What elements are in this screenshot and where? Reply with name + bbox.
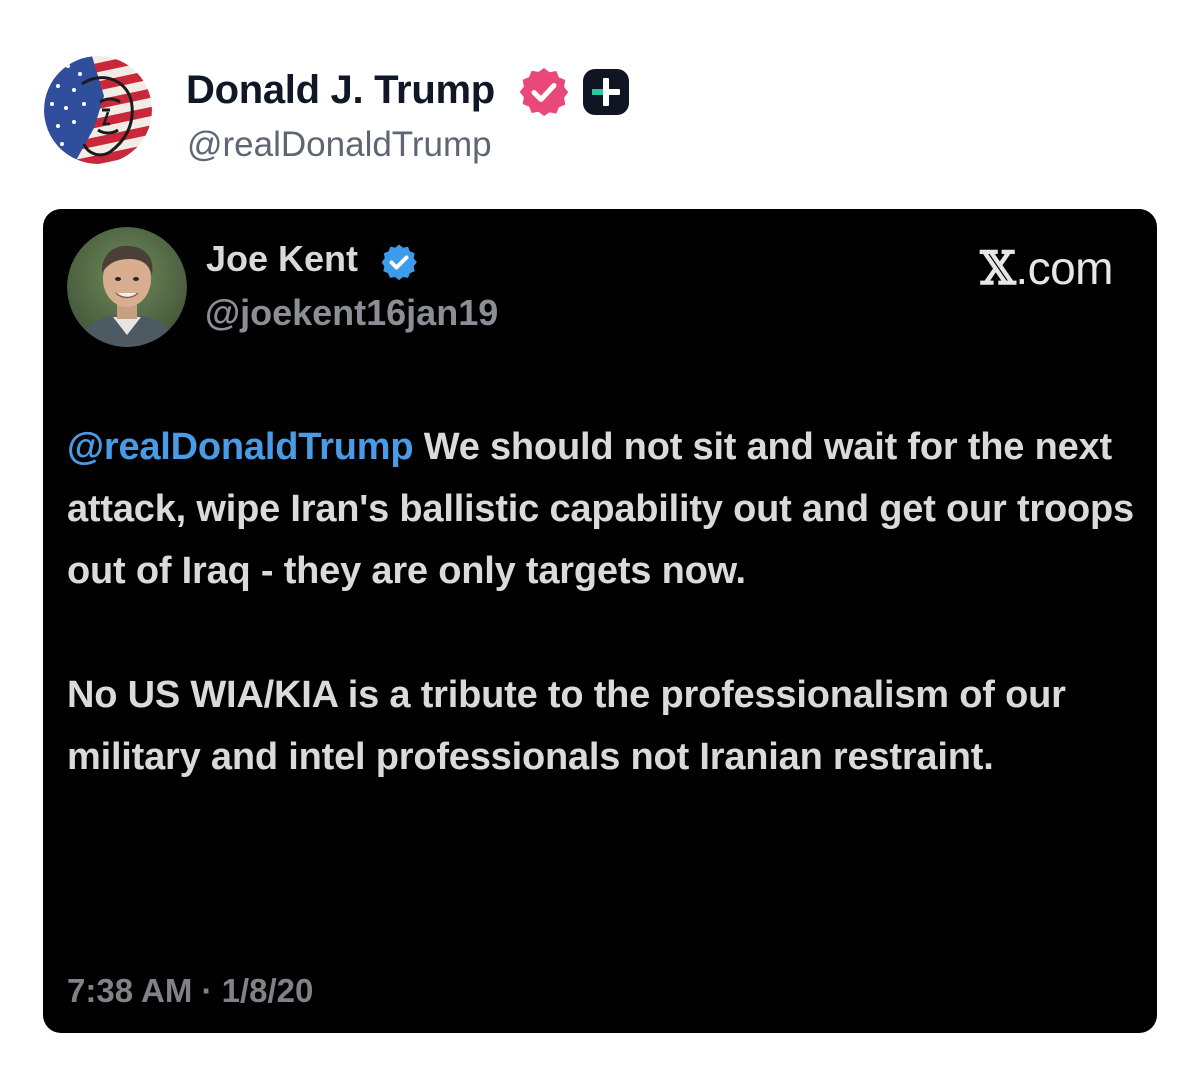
author-avatar[interactable] bbox=[44, 56, 152, 164]
source-label-xcom: 𝕏.com bbox=[980, 241, 1113, 295]
author-name[interactable]: Donald J. Trump bbox=[186, 66, 495, 114]
embed-paragraph-1: @realDonaldTrump We should not sit and w… bbox=[67, 416, 1137, 602]
flag-portrait-avatar-icon bbox=[44, 56, 152, 164]
verified-badge-icon bbox=[519, 68, 569, 116]
x-logo-icon: 𝕏 bbox=[980, 241, 1016, 295]
blue-verified-check-icon bbox=[381, 244, 417, 281]
embed-author-handle: @joekent16jan19 bbox=[205, 292, 499, 333]
source-domain: .com bbox=[1015, 242, 1113, 294]
person-portrait-avatar-icon bbox=[67, 227, 187, 347]
embed-author-name: Joe Kent bbox=[206, 238, 359, 279]
embed-post-text: @realDonaldTrump We should not sit and w… bbox=[67, 416, 1137, 788]
plus-badge-icon bbox=[583, 69, 629, 115]
embedded-post-image[interactable]: Joe Kent @joekent16jan19 𝕏.com @realDona… bbox=[43, 209, 1157, 1033]
embed-author-avatar bbox=[67, 227, 187, 347]
author-handle[interactable]: @realDonaldTrump bbox=[187, 124, 492, 166]
embed-paragraph-2: No US WIA/KIA is a tribute to the profes… bbox=[67, 674, 1066, 778]
mention-link: @realDonaldTrump bbox=[67, 426, 414, 468]
embed-timestamp: 7:38 AM · 1/8/20 bbox=[67, 972, 314, 1009]
